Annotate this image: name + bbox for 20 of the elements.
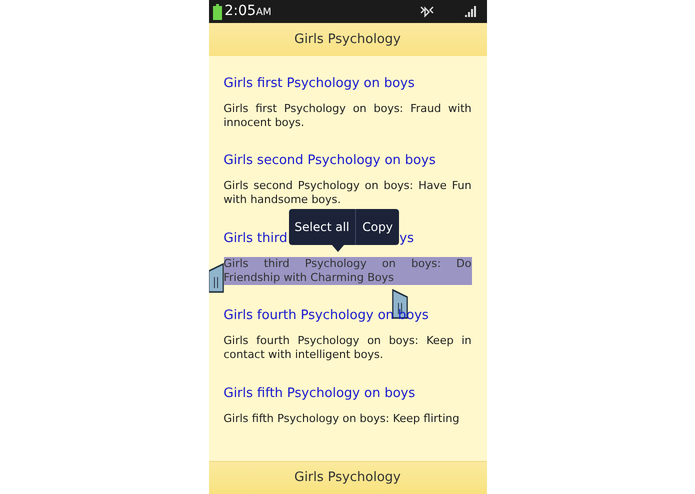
article-heading[interactable]: ys <box>399 228 414 249</box>
article-text: Girls fourth Psychology on boys: Keep in contact with intelligent boys. <box>224 334 472 362</box>
article-text: Girls third Psychology on boys: Do Friendship with Charming Boys <box>224 256 472 285</box>
mute-icon <box>420 6 434 18</box>
article-heading[interactable]: Girls third <box>224 228 288 249</box>
article-heading[interactable]: Girls first Psychology on boys <box>224 74 415 94</box>
footer-title: Girls Psychology <box>294 469 401 488</box>
article-text: Girls fifth Psychology on boys: Keep flirting <box>224 412 460 426</box>
signal-icon <box>464 6 476 17</box>
article-heading[interactable]: Girls second Psychology on boys <box>224 151 436 172</box>
article-heading[interactable]: Girls fifth Psychology on boys <box>224 384 416 404</box>
header-title: Girls Psychology <box>294 30 401 49</box>
popup-button[interactable]: Copy <box>355 208 399 245</box>
article-text: Girls first Psychology on boys: Fraud with innocent boys. <box>224 102 472 130</box>
article-text: Girls second Psychology on boys: Have Fun with handsome boys. <box>224 179 472 208</box>
clock: 2:05AM <box>224 2 272 21</box>
battery-icon <box>212 4 222 20</box>
article-heading[interactable]: Girls fourth Psychology on boys <box>224 306 429 326</box>
popup-button[interactable]: Select all <box>288 208 356 245</box>
selection-handle[interactable] <box>208 262 224 293</box>
